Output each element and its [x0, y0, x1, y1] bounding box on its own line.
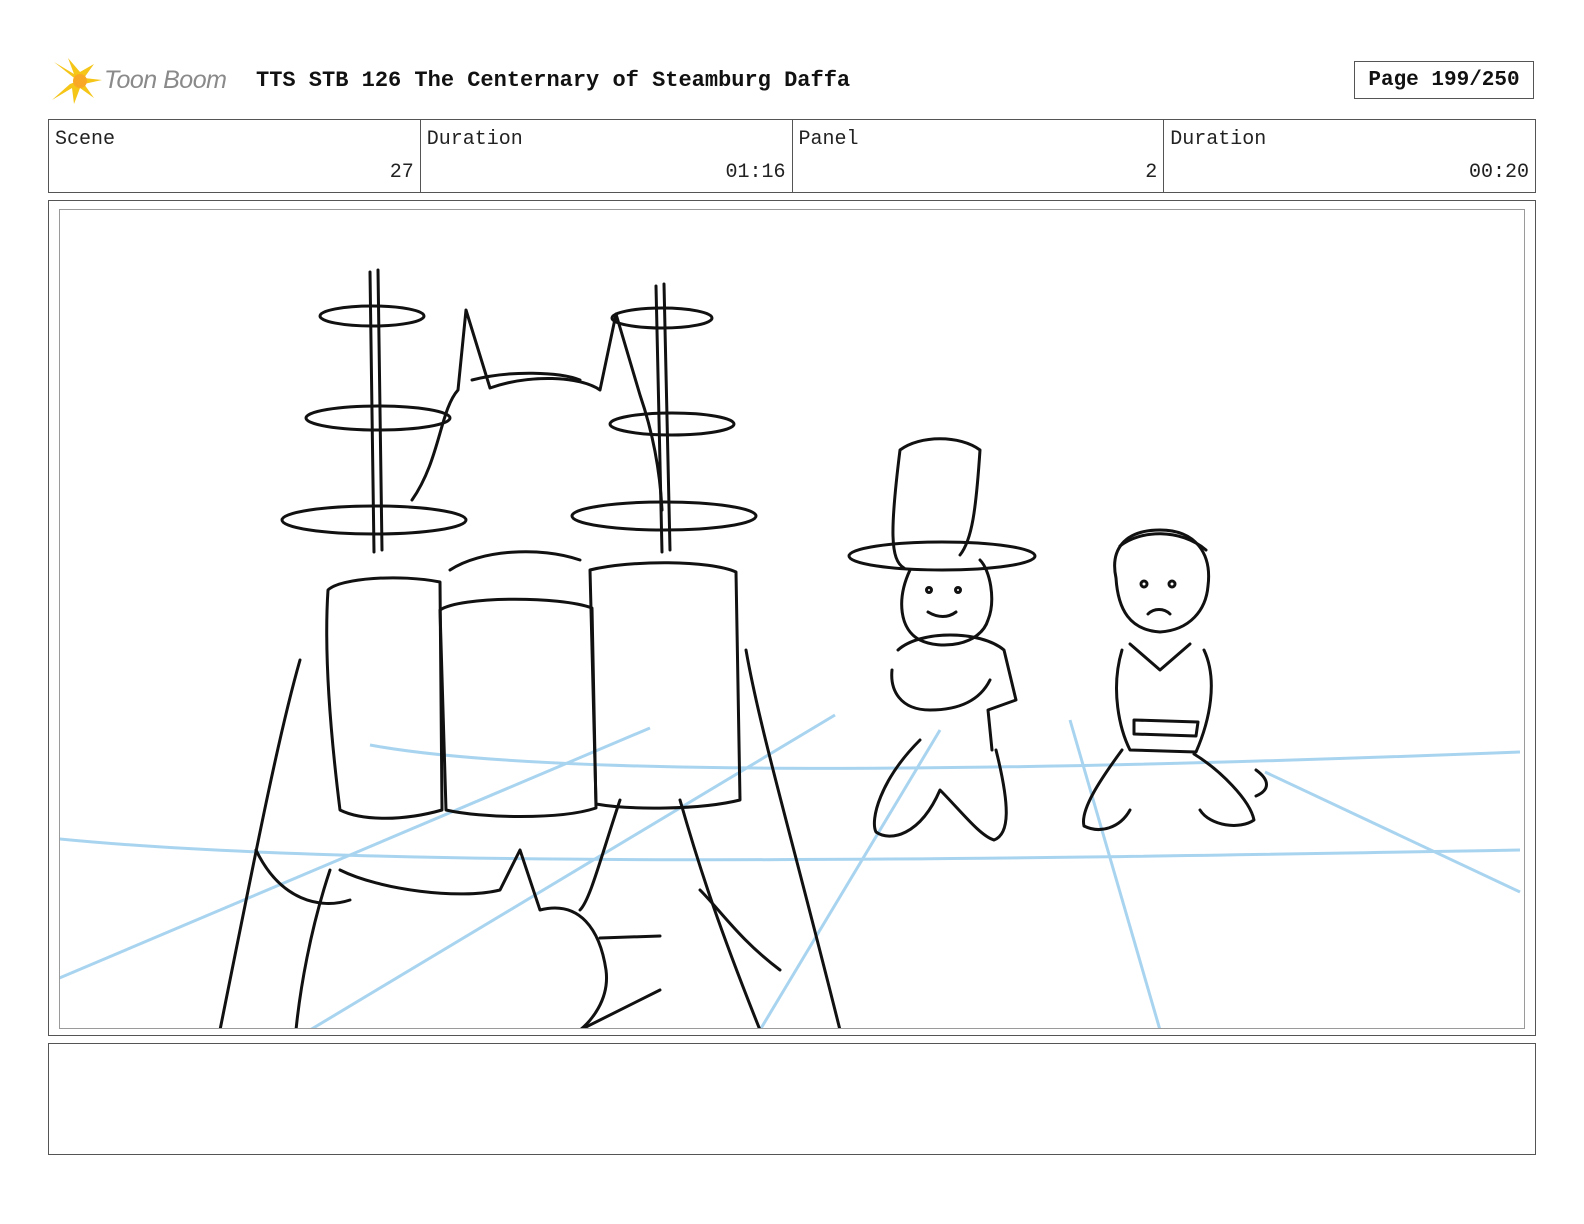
notes-box: [48, 1043, 1536, 1155]
scene-value: 27: [389, 161, 414, 184]
toon-boom-logo: Toon Boom: [50, 56, 240, 106]
scene-duration-cell: Duration 01:16: [421, 120, 793, 192]
logo-text: Toon Boom: [104, 66, 227, 94]
scene-label: Scene: [55, 128, 116, 151]
scene-duration-value: 01:16: [725, 161, 786, 184]
panel-duration-label: Duration: [1170, 128, 1267, 151]
scene-duration-label: Duration: [426, 128, 523, 151]
info-table: Scene 27 Duration 01:16 Panel 2 Duration…: [48, 119, 1536, 193]
panel-label: Panel: [798, 128, 859, 151]
page-indicator: Page 199/250: [1354, 61, 1534, 99]
storyboard-panel: [59, 209, 1525, 1029]
panel-cell: Panel 2: [793, 120, 1165, 192]
scene-cell: Scene 27: [49, 120, 421, 192]
panel-duration-value: 00:20: [1468, 161, 1529, 184]
panel-value: 2: [1145, 161, 1158, 184]
starburst-icon: [52, 58, 102, 104]
sketch-lines: [218, 268, 1268, 1028]
storyboard-sketch: [60, 268, 1521, 1028]
perspective-guides: [60, 713, 1521, 1028]
document-title: TTS STB 126 The Centernary of Steamburg …: [256, 68, 851, 93]
panel-duration-cell: Duration 00:20: [1164, 120, 1535, 192]
panel-frame: [48, 200, 1536, 1036]
